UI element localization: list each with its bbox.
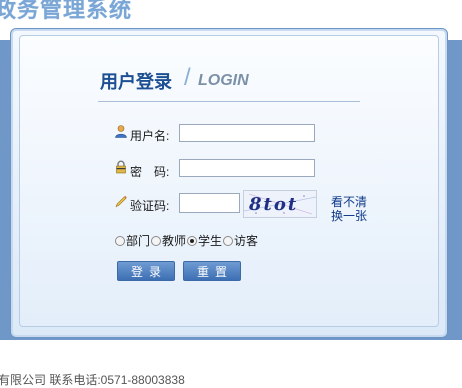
password-input[interactable]	[179, 159, 315, 177]
role-radio-visitor[interactable]	[223, 235, 234, 246]
role-label-visitor: 访客	[234, 234, 259, 248]
role-label-teacher: 教师	[162, 234, 187, 248]
lock-icon	[116, 160, 126, 174]
user-icon	[115, 125, 127, 138]
role-radio-teacher[interactable]	[151, 235, 162, 246]
role-option-visitor[interactable]: 访客	[223, 232, 258, 249]
captcha-text: 8tot	[248, 194, 298, 215]
reset-button[interactable]: 重置	[183, 261, 241, 281]
login-title-divider: /	[184, 64, 191, 91]
username-label: 用户名:	[130, 129, 170, 143]
role-option-student[interactable]: 学生	[187, 232, 222, 249]
role-option-department[interactable]: 部门	[115, 232, 150, 249]
captcha-noise: 8tot	[243, 193, 317, 215]
captcha-refresh-link-line2[interactable]: 换一张	[331, 207, 367, 224]
role-radio-department[interactable]	[115, 235, 125, 246]
captcha-input[interactable]	[179, 193, 240, 213]
login-button[interactable]: 登录	[117, 261, 175, 281]
role-option-teacher[interactable]: 教师	[151, 232, 186, 249]
password-label: 密 码:	[130, 165, 170, 179]
login-title: 用户登录	[100, 72, 172, 92]
login-title-en: LOGIN	[198, 72, 249, 89]
role-label-student: 学生	[198, 234, 223, 248]
footer-contact: 有限公司 联系电话:0571-88003838	[0, 373, 185, 387]
captcha-label: 验证码:	[130, 199, 170, 213]
role-label-department: 部门	[126, 234, 151, 248]
role-radio-group: 部门 教师 学生 访客	[115, 232, 259, 249]
pencil-icon	[115, 195, 127, 208]
username-input[interactable]	[179, 124, 315, 142]
system-title: 政务管理系统	[0, 0, 133, 22]
title-rule	[98, 101, 360, 102]
role-radio-student[interactable]	[187, 235, 198, 246]
captcha-image[interactable]: 8tot	[243, 190, 317, 218]
